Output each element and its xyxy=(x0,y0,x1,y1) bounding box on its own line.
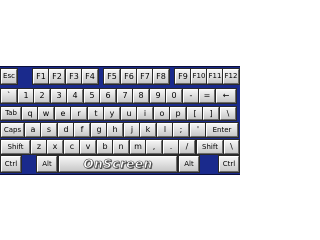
key-left-bracket[interactable]: [ xyxy=(186,106,204,121)
key-tab[interactable]: Tab xyxy=(0,106,22,121)
key-4[interactable]: 4 xyxy=(66,88,84,104)
key-f6[interactable]: F6 xyxy=(120,68,138,85)
key-3[interactable]: 3 xyxy=(50,88,68,104)
key-l[interactable]: l xyxy=(156,122,174,138)
key-quote[interactable]: ' xyxy=(189,122,207,138)
key-z[interactable]: z xyxy=(30,139,48,155)
key-r[interactable]: r xyxy=(70,106,88,121)
key-backslash[interactable]: \ xyxy=(219,106,237,121)
key-y[interactable]: y xyxy=(103,106,121,121)
key-w[interactable]: w xyxy=(37,106,55,121)
key-period[interactable]: . xyxy=(162,139,180,155)
key-f2[interactable]: F2 xyxy=(48,68,66,85)
key-equals[interactable]: = xyxy=(198,88,216,104)
key-8[interactable]: 8 xyxy=(132,88,150,104)
key-f9[interactable]: F9 xyxy=(174,68,192,85)
key-ctrl-right[interactable]: Ctrl xyxy=(218,155,240,173)
key-backslash[interactable]: \ xyxy=(223,139,240,155)
key-h[interactable]: h xyxy=(106,122,124,138)
key-q[interactable]: q xyxy=(21,106,39,121)
key-f4[interactable]: F4 xyxy=(81,68,99,85)
key-alt[interactable]: Alt xyxy=(36,155,58,173)
key-j[interactable]: j xyxy=(123,122,141,138)
key-backtick[interactable]: ` xyxy=(0,88,18,104)
key-0[interactable]: 0 xyxy=(165,88,183,104)
key-f11[interactable]: F11 xyxy=(206,68,224,85)
key-minus[interactable]: - xyxy=(182,88,200,104)
key-f10[interactable]: F10 xyxy=(190,68,208,85)
key-n[interactable]: n xyxy=(112,139,130,155)
key-enter[interactable]: Enter xyxy=(205,122,239,138)
key-7[interactable]: 7 xyxy=(116,88,134,104)
key-f[interactable]: f xyxy=(73,122,91,138)
key-shift[interactable]: Shift xyxy=(0,139,31,155)
key-f12[interactable]: F12 xyxy=(222,68,240,85)
key-5[interactable]: 5 xyxy=(83,88,101,104)
key-f7[interactable]: F7 xyxy=(136,68,154,85)
key-a[interactable]: a xyxy=(24,122,42,138)
key-9[interactable]: 9 xyxy=(149,88,167,104)
onscreen-keyboard: Esc F1 F2 F3 F4 F5 F6 F7 F8 F9 F10 F11 F12 ` 1 2 3 4 5 6 7 8 9… xyxy=(0,66,240,175)
key-alt-right[interactable]: Alt xyxy=(178,155,200,173)
key-e[interactable]: e xyxy=(54,106,72,121)
key-shift-right[interactable]: Shift xyxy=(196,139,224,155)
key-d[interactable]: d xyxy=(57,122,75,138)
key-x[interactable]: x xyxy=(46,139,64,155)
key-slash[interactable]: / xyxy=(178,139,196,155)
key-t[interactable]: t xyxy=(87,106,105,121)
key-i[interactable]: i xyxy=(136,106,154,121)
key-m[interactable]: m xyxy=(129,139,147,155)
key-2[interactable]: 2 xyxy=(33,88,51,104)
key-esc[interactable]: Esc xyxy=(0,68,18,85)
key-f8[interactable]: F8 xyxy=(152,68,170,85)
key-v[interactable]: v xyxy=(79,139,97,155)
key-u[interactable]: u xyxy=(120,106,138,121)
key-f1[interactable]: F1 xyxy=(32,68,50,85)
spacebar-key[interactable]: OnScreen xyxy=(58,155,178,173)
key-s[interactable]: s xyxy=(40,122,58,138)
key-k[interactable]: k xyxy=(139,122,157,138)
key-1[interactable]: 1 xyxy=(17,88,35,104)
key-o[interactable]: o xyxy=(153,106,171,121)
key-ctrl[interactable]: Ctrl xyxy=(0,155,22,173)
key-c[interactable]: c xyxy=(63,139,81,155)
key-b[interactable]: b xyxy=(96,139,114,155)
key-f3[interactable]: F3 xyxy=(65,68,83,85)
key-p[interactable]: p xyxy=(169,106,187,121)
key-g[interactable]: g xyxy=(90,122,108,138)
key-f5[interactable]: F5 xyxy=(103,68,121,85)
key-6[interactable]: 6 xyxy=(99,88,117,104)
key-caps[interactable]: Caps xyxy=(0,122,25,138)
key-backspace[interactable]: ← xyxy=(215,88,237,104)
key-right-bracket[interactable]: ] xyxy=(202,106,220,121)
key-semicolon[interactable]: ; xyxy=(172,122,190,138)
key-comma[interactable]: , xyxy=(145,139,163,155)
